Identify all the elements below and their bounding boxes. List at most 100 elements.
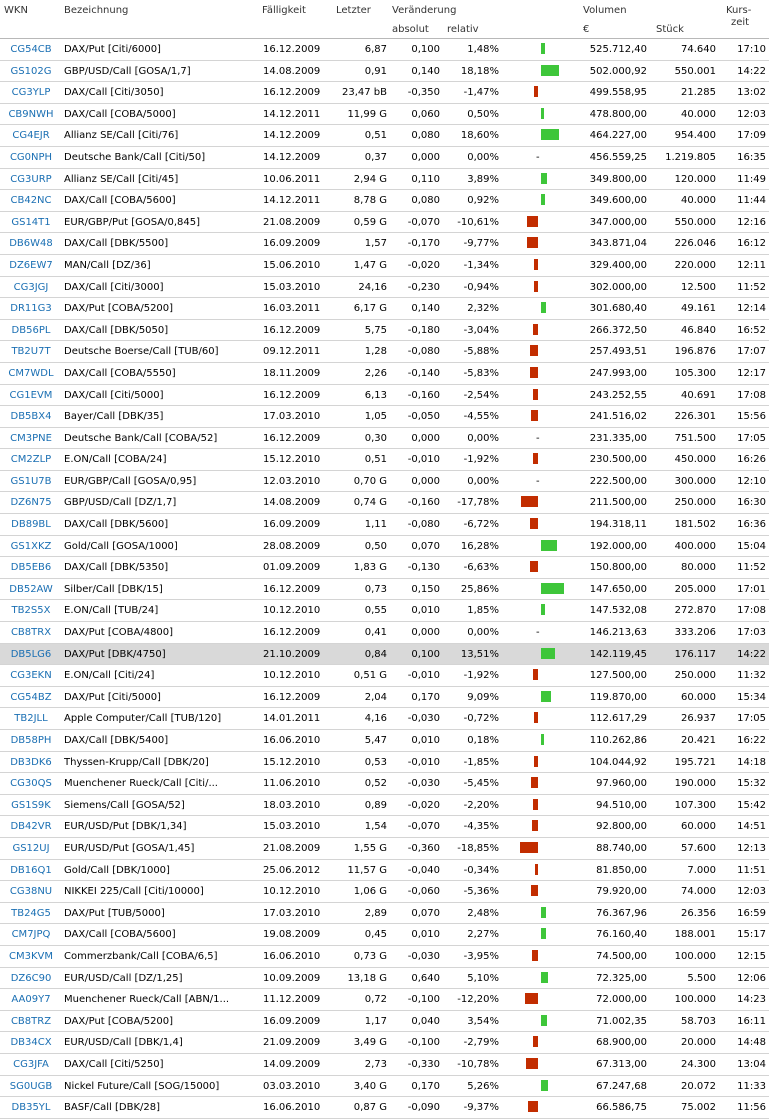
table-row[interactable]: GS12UJ EUR/USD/Put [GOSA/1,45] 21.08.2009 1… (0, 838, 769, 860)
cell-wkn[interactable]: CB42NC (0, 190, 62, 211)
cell-wkn[interactable]: CB8TRX (0, 622, 62, 643)
table-row[interactable]: TB2JLL Apple Computer/Call [TUB/120] 14.01… (0, 708, 769, 730)
table-row[interactable]: CG3JGJ DAX/Call [Citi/3000] 15.03.2010 24,1… (0, 277, 769, 299)
cell-wkn[interactable]: DB42VR (0, 816, 62, 837)
cell-wkn[interactable]: GS102G (0, 61, 62, 82)
header-pieces[interactable]: Stück (656, 24, 684, 35)
table-row[interactable]: DB35YL BASF/Call [DBK/28] 16.06.2010 0,87 G… (0, 1097, 769, 1119)
cell-wkn[interactable]: CM7JPQ (0, 924, 62, 945)
cell-wkn[interactable]: GS14T1 (0, 212, 62, 233)
cell-wkn[interactable]: CM7WDL (0, 363, 62, 384)
table-row[interactable]: DZ6EW7 MAN/Call [DZ/36] 15.06.2010 1,47 G -0… (0, 255, 769, 277)
cell-wkn[interactable]: DB3DK6 (0, 752, 62, 773)
table-row[interactable]: CG0NPH Deutsche Bank/Call [Citi/50] 14.12.… (0, 147, 769, 169)
table-row[interactable]: CG54CB DAX/Put [Citi/6000] 16.12.2009 6,87 0… (0, 39, 769, 61)
table-row[interactable]: SG0UGB Nickel Future/Call [SOG/15000] 03.0… (0, 1076, 769, 1098)
cell-wkn[interactable]: DB89BL (0, 514, 62, 535)
cell-wkn[interactable]: DB5EB6 (0, 557, 62, 578)
header-time-line2[interactable]: zeit (731, 17, 749, 28)
cell-wkn[interactable]: CG0NPH (0, 147, 62, 168)
table-row[interactable]: CB8TRZ DAX/Put [COBA/5200] 16.09.2009 1,17 0… (0, 1011, 769, 1033)
header-volume-euro[interactable]: € (583, 24, 589, 35)
table-row[interactable]: TB2S5X E.ON/Call [TUB/24] 10.12.2010 0,55 0,… (0, 600, 769, 623)
table-row[interactable]: DZ6C90 EUR/USD/Call [DZ/1,25] 10.09.2009 13… (0, 968, 769, 990)
cell-wkn[interactable]: DB34CX (0, 1032, 62, 1053)
cell-wkn[interactable]: CG38NU (0, 881, 62, 902)
cell-wkn[interactable]: GS1XKZ (0, 536, 62, 557)
cell-wkn[interactable]: DB16Q1 (0, 860, 62, 881)
table-row[interactable]: DB5EB6 DAX/Call [DBK/5350] 01.09.2009 1,83 … (0, 557, 769, 579)
table-row[interactable]: CM3PNE Deutsche Bank/Call [COBA/52] 16.12.… (0, 428, 769, 450)
cell-wkn[interactable]: GS1S9K (0, 795, 62, 816)
table-row[interactable]: TB24G5 DAX/Put [TUB/5000] 17.03.2010 2,89 0,… (0, 903, 769, 925)
cell-wkn[interactable]: CM3KVM (0, 946, 62, 967)
header-last[interactable]: Letzter (336, 5, 371, 16)
table-row[interactable]: DB56PL DAX/Call [DBK/5050] 16.12.2009 5,75 -… (0, 320, 769, 342)
header-relative[interactable]: relativ (447, 24, 479, 35)
header-time-line1[interactable]: Kurs- (726, 5, 751, 16)
cell-wkn[interactable]: CM3PNE (0, 428, 62, 449)
table-row[interactable]: CG3EKN E.ON/Call [Citi/24] 10.12.2010 0,51 … (0, 665, 769, 687)
table-row[interactable]: GS1S9K Siemens/Call [GOSA/52] 18.03.2010 0,… (0, 795, 769, 817)
table-row[interactable]: DB52AW Silber/Call [DBK/15] 16.12.2009 0,73… (0, 579, 769, 601)
cell-wkn[interactable]: TB2U7T (0, 341, 62, 362)
table-row[interactable]: GS102G GBP/USD/Call [GOSA/1,7] 14.08.2009 0… (0, 61, 769, 83)
cell-wkn[interactable]: DB5LG6 (0, 644, 62, 665)
cell-wkn[interactable]: DR11G3 (0, 298, 62, 319)
cell-wkn[interactable]: CG3JFA (0, 1054, 62, 1075)
cell-wkn[interactable]: DZ6N75 (0, 492, 62, 513)
cell-wkn[interactable]: CG3URP (0, 169, 62, 190)
table-row[interactable]: DB42VR EUR/USD/Put [DBK/1,34] 15.03.2010 1,… (0, 816, 769, 838)
cell-wkn[interactable]: CG3JGJ (0, 277, 62, 298)
cell-wkn[interactable]: TB2S5X (0, 600, 62, 621)
table-row[interactable]: CB9NWH DAX/Call [COBA/5000] 14.12.2011 11,9… (0, 104, 769, 126)
table-row[interactable]: GS1XKZ Gold/Call [GOSA/1000] 28.08.2009 0,5… (0, 536, 769, 558)
table-row[interactable]: GS14T1 EUR/GBP/Put [GOSA/0,845] 21.08.2009… (0, 212, 769, 234)
cell-wkn[interactable]: DZ6EW7 (0, 255, 62, 276)
table-row[interactable]: CG38NU NIKKEI 225/Call [Citi/10000] 10.12.… (0, 881, 769, 903)
cell-wkn[interactable]: SG0UGB (0, 1076, 62, 1097)
table-row[interactable]: DB34CX EUR/USD/Call [DBK/1,4] 21.09.2009 3,… (0, 1032, 769, 1054)
table-row[interactable]: CM3KVM Commerzbank/Call [COBA/6,5] 16.06.2… (0, 946, 769, 968)
cell-wkn[interactable]: TB2JLL (0, 708, 62, 729)
table-row[interactable]: DB5BX4 Bayer/Call [DBK/35] 17.03.2010 1,05 -… (0, 406, 769, 428)
header-name[interactable]: Bezeichnung (64, 5, 128, 16)
cell-wkn[interactable]: CB8TRZ (0, 1011, 62, 1032)
cell-wkn[interactable]: DB56PL (0, 320, 62, 341)
cell-wkn[interactable]: CG3YLP (0, 82, 62, 103)
cell-wkn[interactable]: DB35YL (0, 1097, 62, 1118)
header-absolute[interactable]: absolut (392, 24, 429, 35)
cell-wkn[interactable]: CM2ZLP (0, 449, 62, 470)
table-row[interactable]: CG1EVM DAX/Call [Citi/5000] 16.12.2009 6,13… (0, 385, 769, 407)
table-row[interactable]: CG54BZ DAX/Put [Citi/5000] 16.12.2009 2,04 0… (0, 687, 769, 709)
cell-wkn[interactable]: DB6W48 (0, 233, 62, 254)
cell-wkn[interactable]: DZ6C90 (0, 968, 62, 989)
cell-wkn[interactable]: DB58PH (0, 730, 62, 751)
table-row[interactable]: AA09Y7 Muenchener Rueck/Call [ABN/1... 11.… (0, 989, 769, 1011)
table-row[interactable]: GS1U7B EUR/GBP/Call [GOSA/0,95] 12.03.2010… (0, 471, 769, 493)
table-row[interactable]: DR11G3 DAX/Put [COBA/5200] 16.03.2011 6,17 … (0, 298, 769, 320)
table-row[interactable]: DB16Q1 Gold/Call [DBK/1000] 25.06.2012 11,5… (0, 860, 769, 882)
table-row[interactable]: DZ6N75 GBP/USD/Call [DZ/1,7] 14.08.2009 0,7… (0, 492, 769, 515)
table-row[interactable]: DB5LG6 DAX/Put [DBK/4750] 21.10.2009 0,84 0,… (0, 643, 769, 666)
cell-wkn[interactable]: CG30QS (0, 773, 62, 794)
table-row[interactable]: CB8TRX DAX/Put [COBA/4800] 16.12.2009 0,41 0… (0, 622, 769, 644)
cell-wkn[interactable]: GS12UJ (0, 838, 62, 859)
header-wkn[interactable]: WKN (4, 5, 28, 16)
table-row[interactable]: DB3DK6 Thyssen-Krupp/Call [DBK/20] 15.12.2… (0, 752, 769, 774)
cell-wkn[interactable]: DB5BX4 (0, 406, 62, 427)
table-row[interactable]: TB2U7T Deutsche Boerse/Call [TUB/60] 09.12… (0, 341, 769, 363)
cell-wkn[interactable]: GS1U7B (0, 471, 62, 492)
table-row[interactable]: CB42NC DAX/Call [COBA/5600] 14.12.2011 8,78… (0, 190, 769, 212)
table-row[interactable]: CG3YLP DAX/Call [Citi/3050] 16.12.2009 23,4… (0, 82, 769, 104)
cell-wkn[interactable]: CG54CB (0, 39, 62, 60)
table-row[interactable]: CG30QS Muenchener Rueck/Call [Citi/... 11.… (0, 773, 769, 795)
cell-wkn[interactable]: CG1EVM (0, 385, 62, 406)
cell-wkn[interactable]: CB9NWH (0, 104, 62, 125)
cell-wkn[interactable]: CG3EKN (0, 665, 62, 686)
cell-wkn[interactable]: TB24G5 (0, 903, 62, 924)
cell-wkn[interactable]: CG54BZ (0, 687, 62, 708)
cell-wkn[interactable]: AA09Y7 (0, 989, 62, 1010)
table-row[interactable]: DB58PH DAX/Call [DBK/5400] 16.06.2010 5,47 0… (0, 730, 769, 752)
header-maturity[interactable]: Fälligkeit (262, 5, 306, 16)
